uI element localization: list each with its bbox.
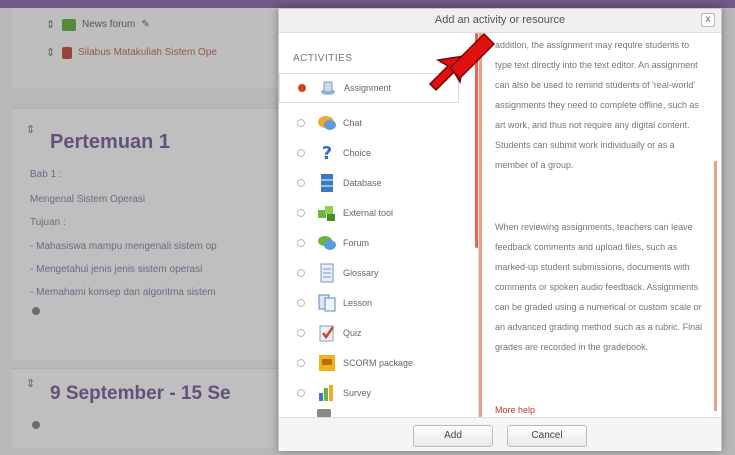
module-label: External tool (343, 208, 394, 218)
radio-button[interactable] (297, 149, 305, 157)
module-option-lesson[interactable]: Lesson (279, 288, 475, 318)
module-option-glossary[interactable]: Glossary (279, 258, 475, 288)
module-option-database[interactable]: Database (279, 168, 475, 198)
help-paragraph: When reviewing assignments, teachers can… (495, 222, 703, 352)
assignment-icon (318, 78, 338, 98)
radio-button[interactable] (297, 179, 305, 187)
module-label: Quiz (343, 328, 362, 338)
forum-icon (317, 233, 337, 253)
cancel-button[interactable]: Cancel (507, 425, 587, 447)
help-pane: addition, the assignment may require stu… (479, 33, 721, 417)
module-label: Forum (343, 238, 370, 248)
radio-button[interactable] (297, 359, 305, 367)
module-option-quiz[interactable]: Quiz (279, 318, 475, 348)
radio-button[interactable] (298, 84, 306, 92)
dialog-title: Add an activity or resource (434, 14, 566, 26)
module-option-survey[interactable]: Survey (279, 378, 475, 408)
module-label: Assignment (344, 83, 392, 93)
module-label: Chat (343, 118, 363, 128)
module-option-forum[interactable]: Forum (279, 228, 475, 258)
add-button[interactable]: Add (413, 425, 493, 447)
help-paragraph: addition, the assignment may require stu… (495, 40, 699, 170)
scorm-icon (317, 353, 337, 373)
radio-button[interactable] (297, 329, 305, 337)
quiz-icon (317, 323, 337, 343)
next-module-icon (317, 409, 331, 417)
annotation-arrow-icon (428, 32, 496, 92)
module-option-external-tool[interactable]: External tool (279, 198, 475, 228)
lesson-icon (317, 293, 337, 313)
glossary-icon (317, 263, 337, 283)
module-label: Survey (343, 388, 372, 398)
module-label: Choice (343, 148, 372, 158)
radio-button[interactable] (297, 389, 305, 397)
close-button[interactable]: x (701, 13, 715, 27)
database-icon (317, 173, 337, 193)
activities-heading: ACTIVITIES (293, 53, 353, 64)
module-label: Database (343, 178, 382, 188)
module-label: Glossary (343, 268, 379, 278)
external-tool-icon (317, 203, 337, 223)
module-option-choice[interactable]: ? Choice (279, 138, 475, 168)
radio-button[interactable] (297, 269, 305, 277)
radio-button[interactable] (297, 209, 305, 217)
module-option-scorm[interactable]: SCORM package (279, 348, 475, 378)
help-scrollbar[interactable] (714, 161, 717, 411)
more-help-link[interactable]: More help (495, 405, 535, 415)
radio-button[interactable] (297, 119, 305, 127)
choice-icon: ? (321, 142, 333, 164)
module-option-chat[interactable]: Chat (279, 108, 475, 138)
module-label: SCORM package (343, 358, 414, 368)
dialog-footer: Add Cancel (279, 417, 721, 451)
survey-icon (317, 383, 337, 403)
radio-button[interactable] (297, 299, 305, 307)
module-label: Lesson (343, 298, 373, 308)
radio-button[interactable] (297, 239, 305, 247)
chat-icon (317, 113, 337, 133)
